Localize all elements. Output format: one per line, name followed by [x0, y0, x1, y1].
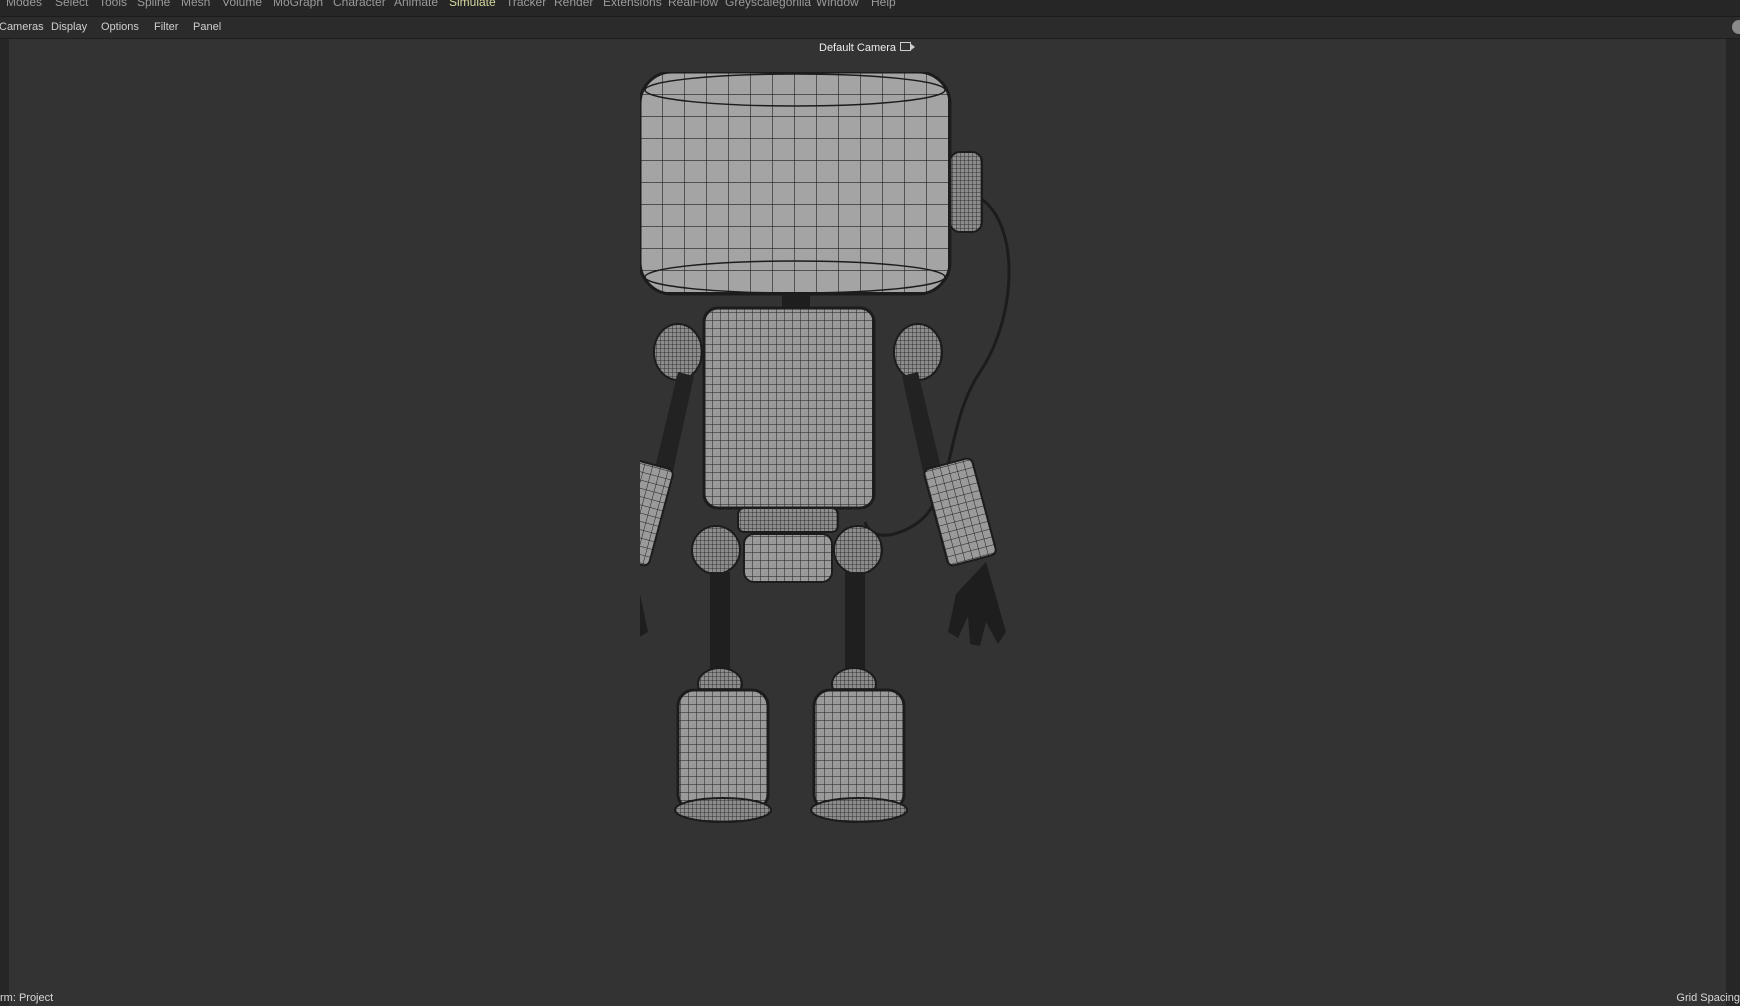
viewport-menu-display[interactable]: Display	[51, 21, 87, 33]
robot-torso	[702, 306, 876, 510]
menu-select[interactable]: Select	[55, 0, 88, 9]
menu-tracker[interactable]: Tracker	[506, 0, 546, 9]
robot-right-earpiece	[949, 151, 983, 233]
robot-pelvis	[743, 533, 833, 583]
menu-mesh[interactable]: Mesh	[181, 0, 210, 9]
robot-right-hand	[948, 562, 1006, 646]
robot-left-forearm	[600, 457, 674, 567]
robot-left-upper-arm	[654, 372, 694, 476]
robot-wireframe-model	[590, 70, 1011, 823]
viewport-menu-cameras[interactable]: Cameras	[0, 21, 44, 33]
viewport-canvas[interactable]	[590, 70, 1120, 917]
robot-right-shoulder	[893, 323, 943, 381]
status-right: Grid Spacing	[1676, 992, 1740, 1004]
left-panel-edge	[0, 39, 9, 1006]
menu-mograph[interactable]: MoGraph	[273, 0, 323, 9]
robot-left-foot	[674, 797, 772, 823]
right-panel-edge	[1726, 39, 1740, 1006]
viewport-menu-panel[interactable]: Panel	[193, 21, 221, 33]
robot-waist	[737, 507, 839, 533]
menu-spline[interactable]: Spline	[137, 0, 170, 9]
menu-render[interactable]: Render	[554, 0, 593, 9]
robot-right-boot	[812, 688, 906, 812]
menu-help[interactable]: Help	[871, 0, 896, 9]
menu-volume[interactable]: Volume	[222, 0, 262, 9]
menu-tools[interactable]: Tools	[99, 0, 127, 9]
viewport-menubar: Cameras Display Options Filter Panel	[0, 17, 1740, 39]
viewport-menu-filter[interactable]: Filter	[154, 21, 178, 33]
robot-left-hand	[590, 562, 648, 646]
robot-right-forearm	[923, 457, 997, 567]
camera-switch-icon[interactable]	[900, 42, 916, 51]
navigation-icon[interactable]	[1732, 20, 1740, 34]
robot-left-leg	[710, 572, 730, 682]
menu-window[interactable]: Window	[816, 0, 859, 9]
camera-name: Default Camera	[819, 42, 897, 54]
menu-character[interactable]: Character	[333, 0, 386, 9]
robot-left-hip	[691, 525, 741, 575]
menu-animate[interactable]: Animate	[394, 0, 438, 9]
status-left: rm: Project	[0, 992, 54, 1004]
menu-simulate[interactable]: Simulate	[449, 0, 496, 9]
robot-right-hip	[833, 525, 883, 575]
robot-right-upper-arm	[902, 372, 942, 476]
robot-left-boot	[676, 688, 770, 812]
robot-right-leg	[845, 572, 865, 682]
menu-greyscalegorilla[interactable]: Greyscalegorilla	[725, 0, 811, 9]
viewport-menu-options[interactable]: Options	[101, 21, 139, 33]
robot-left-shoulder	[653, 323, 703, 381]
menu-extensions[interactable]: Extensions	[603, 0, 662, 9]
camera-label[interactable]: Default Camera	[819, 42, 916, 54]
menu-modes[interactable]: Modes	[6, 0, 42, 9]
menu-realflow[interactable]: RealFlow	[668, 0, 718, 9]
robot-right-foot	[810, 797, 908, 823]
main-menubar: Modes Select Tools Spline Mesh Volume Mo…	[0, 0, 1740, 17]
